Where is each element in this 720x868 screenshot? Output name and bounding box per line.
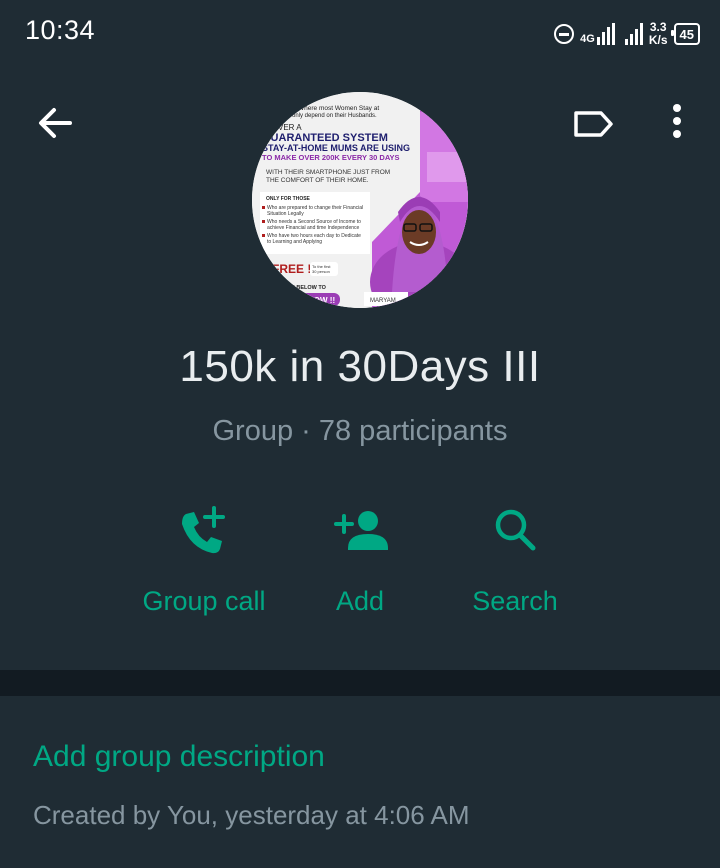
svg-text:TO MAKE OVER 200K EVERY 30 DAY: TO MAKE OVER 200K EVERY 30 DAYS: [262, 153, 400, 162]
svg-text:THE COMFORT OF THEIR HOME.: THE COMFORT OF THEIR HOME.: [266, 177, 369, 184]
back-button[interactable]: [34, 102, 76, 144]
group-avatar[interactable]: Where most Women Stay at only depend on …: [252, 92, 468, 308]
label-button[interactable]: [570, 104, 616, 144]
add-label: Add: [335, 586, 385, 616]
svg-text:MARYAM: MARYAM: [370, 298, 396, 304]
svg-text:to Learning and Applying: to Learning and Applying: [267, 239, 322, 245]
svg-text:30 person: 30 person: [312, 269, 330, 274]
add-group-description-link[interactable]: Add group description: [33, 740, 325, 774]
add-participant-button[interactable]: Add: [275, 504, 445, 624]
svg-text:ONLY FOR THOSE: ONLY FOR THOSE: [266, 196, 311, 202]
label-icon: [574, 111, 613, 137]
search-icon: [495, 509, 536, 551]
svg-text:Where most Women Stay at: Where most Women Stay at: [298, 105, 379, 112]
arrow-back-icon: [39, 108, 72, 138]
do-not-disturb-icon: [554, 24, 575, 44]
status-time: 10:34: [25, 15, 96, 45]
more-vert-icon: [673, 104, 681, 138]
created-info: Created by You, yesterday at 4:06 AM: [33, 800, 470, 830]
battery-level: 45: [679, 26, 694, 42]
svg-text:WITH THEIR SMARTPHONE JUST FRO: WITH THEIR SMARTPHONE JUST FROM: [266, 169, 390, 176]
svg-text:achieve Financial and time Ind: achieve Financial and time Independence: [267, 225, 360, 231]
svg-text:LINK BELOW TO: LINK BELOW TO: [282, 285, 327, 291]
add-call-icon: [182, 506, 225, 554]
group-call-label: Group call: [142, 586, 266, 616]
svg-text:Situation Legally: Situation Legally: [267, 211, 304, 217]
group-call-button[interactable]: Group call: [119, 504, 289, 624]
svg-text:COVER A: COVER A: [266, 123, 302, 132]
description-section: Add group description Created by You, ye…: [0, 696, 720, 868]
add-person-icon: [334, 511, 388, 550]
group-name[interactable]: 150k in 30Days III: [0, 342, 720, 392]
svg-text:STAY-AT-HOME MUMS ARE USING: STAY-AT-HOME MUMS ARE USING: [262, 143, 410, 153]
svg-text:only depend on their Husbands.: only depend on their Husbands.: [292, 113, 377, 119]
group-participants: Group · 78 participants: [212, 415, 508, 447]
signal-icon: 4G: [580, 23, 615, 45]
network-type: 4G: [580, 33, 595, 45]
status-bar: 10:34 4G 3.3 K/s 45: [0, 0, 720, 66]
group-avatar-image: Where most Women Stay at only depend on …: [252, 92, 468, 308]
more-options-button[interactable]: [662, 100, 692, 146]
search-button[interactable]: Search: [430, 504, 600, 624]
network-speed: 3.3 K/s: [648, 20, 668, 47]
group-info-header: Where most Women Stay at only depend on …: [0, 66, 720, 670]
signal-icon-2: [624, 23, 643, 45]
svg-text:FREE !!: FREE !!: [272, 262, 315, 276]
status-icons: 4G 3.3 K/s 45: [554, 14, 700, 54]
battery-icon: 45: [670, 23, 700, 45]
search-label: Search: [472, 586, 558, 616]
svg-text:NOW !!: NOW !!: [308, 296, 335, 305]
